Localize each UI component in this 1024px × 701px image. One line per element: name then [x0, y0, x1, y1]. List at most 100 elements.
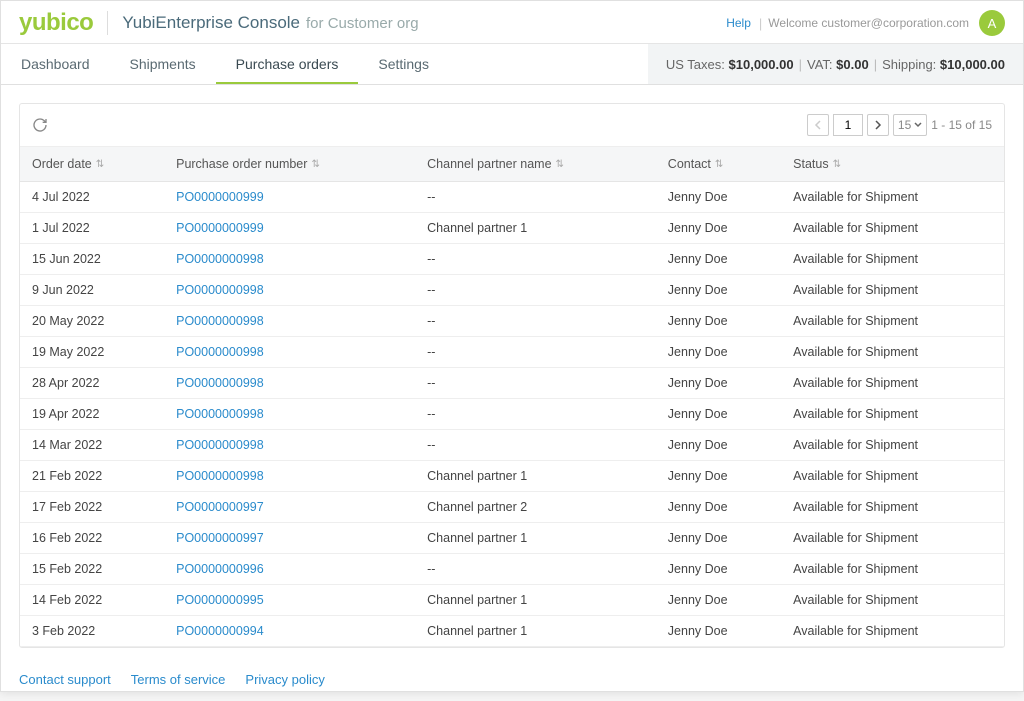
console-org: for Customer org — [306, 15, 419, 32]
nav-settings[interactable]: Settings — [358, 44, 449, 84]
cell-contact: Jenny Doe — [656, 399, 781, 430]
divider — [107, 11, 108, 35]
po-link[interactable]: PO0000000999 — [176, 221, 264, 235]
sort-icon: ⇅ — [311, 161, 319, 169]
cell-partner: -- — [415, 368, 656, 399]
table-row[interactable]: 4 Jul 2022PO0000000999--Jenny DoeAvailab… — [20, 182, 1004, 213]
footer: Contact support Terms of service Privacy… — [1, 658, 1023, 701]
pager-page-input[interactable] — [833, 114, 863, 136]
table-row[interactable]: 19 May 2022PO0000000998--Jenny DoeAvaila… — [20, 337, 1004, 368]
sort-icon: ⇅ — [96, 161, 104, 169]
cell-contact: Jenny Doe — [656, 244, 781, 275]
cell-partner: -- — [415, 399, 656, 430]
cell-contact: Jenny Doe — [656, 182, 781, 213]
col-po-number[interactable]: Purchase order number⇅ — [164, 147, 415, 182]
cell-partner: -- — [415, 306, 656, 337]
pager-summary: 1 - 15 of 15 — [931, 118, 992, 132]
col-status[interactable]: Status⇅ — [781, 147, 1004, 182]
po-link[interactable]: PO0000000994 — [176, 624, 264, 638]
table-row[interactable]: 20 May 2022PO0000000998--Jenny DoeAvaila… — [20, 306, 1004, 337]
help-link[interactable]: Help — [726, 16, 751, 30]
po-link[interactable]: PO0000000995 — [176, 593, 264, 607]
footer-terms[interactable]: Terms of service — [131, 672, 226, 687]
cell-partner: -- — [415, 337, 656, 368]
po-link[interactable]: PO0000000998 — [176, 469, 264, 483]
pager-prev[interactable] — [807, 114, 829, 136]
cell-order-date: 3 Feb 2022 — [20, 616, 164, 647]
table-row[interactable]: 19 Apr 2022PO0000000998--Jenny DoeAvaila… — [20, 399, 1004, 430]
col-contact[interactable]: Contact⇅ — [656, 147, 781, 182]
cell-status: Available for Shipment — [781, 368, 1004, 399]
nav-shipments[interactable]: Shipments — [110, 44, 216, 84]
pager-next[interactable] — [867, 114, 889, 136]
cell-order-date: 16 Feb 2022 — [20, 523, 164, 554]
table-row[interactable]: 1 Jul 2022PO0000000999Channel partner 1J… — [20, 213, 1004, 244]
avatar[interactable]: A — [979, 10, 1005, 36]
sort-icon: ⇅ — [556, 161, 564, 169]
po-link[interactable]: PO0000000998 — [176, 283, 264, 297]
nav-purchase-orders[interactable]: Purchase orders — [216, 44, 359, 84]
cell-status: Available for Shipment — [781, 244, 1004, 275]
col-channel-partner[interactable]: Channel partner name⇅ — [415, 147, 656, 182]
refresh-icon[interactable] — [32, 117, 48, 133]
table-row[interactable]: 16 Feb 2022 PO0000000997 Channel partner 1… — [20, 523, 1004, 554]
vat-label: VAT: — [807, 57, 833, 72]
cell-status: Available for Shipment — [781, 337, 1004, 368]
table-row[interactable]: 17 Feb 2022PO0000000997Channel partner 2… — [20, 492, 1004, 523]
cell-status: Available for Shipment — [781, 306, 1004, 337]
sort-icon: ⇅ — [715, 161, 723, 169]
table-row[interactable]: 3 Feb 2022PO0000000994Channel partner 1J… — [20, 616, 1004, 647]
pager-perpage[interactable]: 15 — [893, 114, 927, 136]
po-link[interactable]: PO0000000998 — [176, 345, 264, 359]
table-row[interactable]: 14 Feb 2022PO0000000995Channel partner 1… — [20, 585, 1004, 616]
po-link[interactable]: PO0000000997 — [176, 531, 264, 545]
perpage-value: 15 — [898, 118, 911, 132]
chevron-down-icon — [914, 122, 922, 128]
cell-contact: Jenny Doe — [656, 461, 781, 492]
cell-contact: Jenny Doe — [656, 430, 781, 461]
nav-dashboard[interactable]: Dashboard — [1, 44, 110, 84]
po-link[interactable]: PO0000000998 — [176, 252, 264, 266]
po-link[interactable]: PO0000000999 — [176, 190, 264, 204]
cell-partner: -- — [415, 244, 656, 275]
table-row[interactable]: 21 Feb 2022PO0000000998Channel partner 1… — [20, 461, 1004, 492]
navbar: Dashboard Shipments Purchase orders Sett… — [1, 44, 1023, 85]
cell-order-date: 15 Jun 2022 — [20, 244, 164, 275]
cell-status: Available for Shipment — [781, 182, 1004, 213]
cell-partner: Channel partner 1 — [415, 213, 656, 244]
po-link[interactable]: PO0000000997 — [176, 500, 264, 514]
pager: 15 1 - 15 of 15 — [807, 114, 992, 136]
cell-order-date: 15 Feb 2022 — [20, 554, 164, 585]
po-table: Order date⇅ Purchase order number⇅ Chann… — [20, 147, 1004, 647]
po-link[interactable]: PO0000000996 — [176, 562, 264, 576]
po-link[interactable]: PO0000000998 — [176, 376, 264, 390]
table-row[interactable]: 9 Jun 2022PO0000000998--Jenny DoeAvailab… — [20, 275, 1004, 306]
cell-status: Available for Shipment — [781, 461, 1004, 492]
cell-contact: Jenny Doe — [656, 275, 781, 306]
po-link[interactable]: PO0000000998 — [176, 438, 264, 452]
table-row[interactable]: 14 Mar 2022PO0000000998--Jenny DoeAvaila… — [20, 430, 1004, 461]
cell-status: Available for Shipment — [781, 523, 1004, 554]
welcome-text: Welcome customer@corporation.com — [768, 16, 969, 30]
table-row[interactable]: 15 Jun 2022 PO0000000998 --Jenny DoeAvaila… — [20, 244, 1004, 275]
col-order-date[interactable]: Order date⇅ — [20, 147, 164, 182]
cell-status: Available for Shipment — [781, 275, 1004, 306]
table-row[interactable]: 28 Apr 2022PO0000000998--Jenny DoeAvaila… — [20, 368, 1004, 399]
table-row[interactable]: 15 Feb 2022PO0000000996--Jenny DoeAvaila… — [20, 554, 1004, 585]
us-taxes-label: US Taxes: — [666, 57, 725, 72]
po-card: 15 1 - 15 of 15 Order date⇅ Purchase ord… — [19, 103, 1005, 648]
topbar: yubico YubiEnterprise Console for Custom… — [1, 1, 1023, 44]
sort-icon: ⇅ — [833, 161, 841, 169]
cell-status: Available for Shipment — [781, 492, 1004, 523]
cell-partner: -- — [415, 554, 656, 585]
vat-value: $0.00 — [836, 57, 869, 72]
cell-contact: Jenny Doe — [656, 523, 781, 554]
footer-contact-support[interactable]: Contact support — [19, 672, 111, 687]
po-link[interactable]: PO0000000998 — [176, 407, 264, 421]
po-link[interactable]: PO0000000998 — [176, 314, 264, 328]
cell-order-date: 14 Mar 2022 — [20, 430, 164, 461]
cell-order-date: 4 Jul 2022 — [20, 182, 164, 213]
cell-partner: Channel partner 1 — [415, 523, 656, 554]
footer-privacy[interactable]: Privacy policy — [245, 672, 324, 687]
cell-partner: -- — [415, 275, 656, 306]
